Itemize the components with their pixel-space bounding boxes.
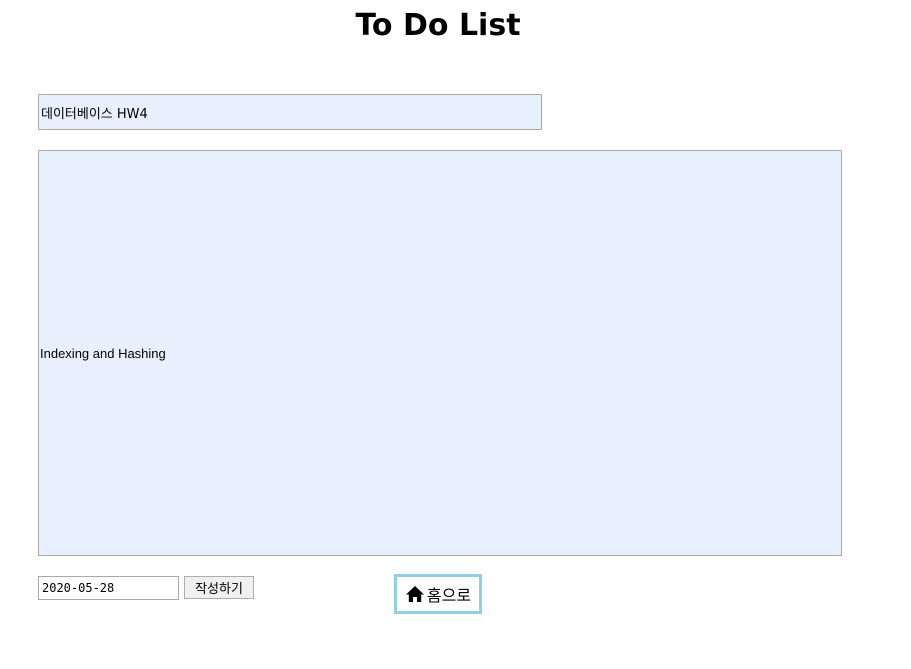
home-button-label: 홈으로 [426, 586, 472, 605]
home-button[interactable]: 홈으로 [394, 574, 482, 614]
due-date-input[interactable] [38, 576, 179, 600]
page-title: To Do List [355, 8, 521, 43]
todo-title-input[interactable] [38, 94, 542, 130]
todo-page: To Do List Indexing and Hashing 작성하기 홈으로 [0, 0, 911, 669]
home-icon [405, 586, 424, 602]
todo-content-textarea[interactable]: Indexing and Hashing [38, 150, 842, 556]
submit-button[interactable]: 작성하기 [184, 576, 254, 599]
todo-content-text: Indexing and Hashing [40, 345, 166, 361]
